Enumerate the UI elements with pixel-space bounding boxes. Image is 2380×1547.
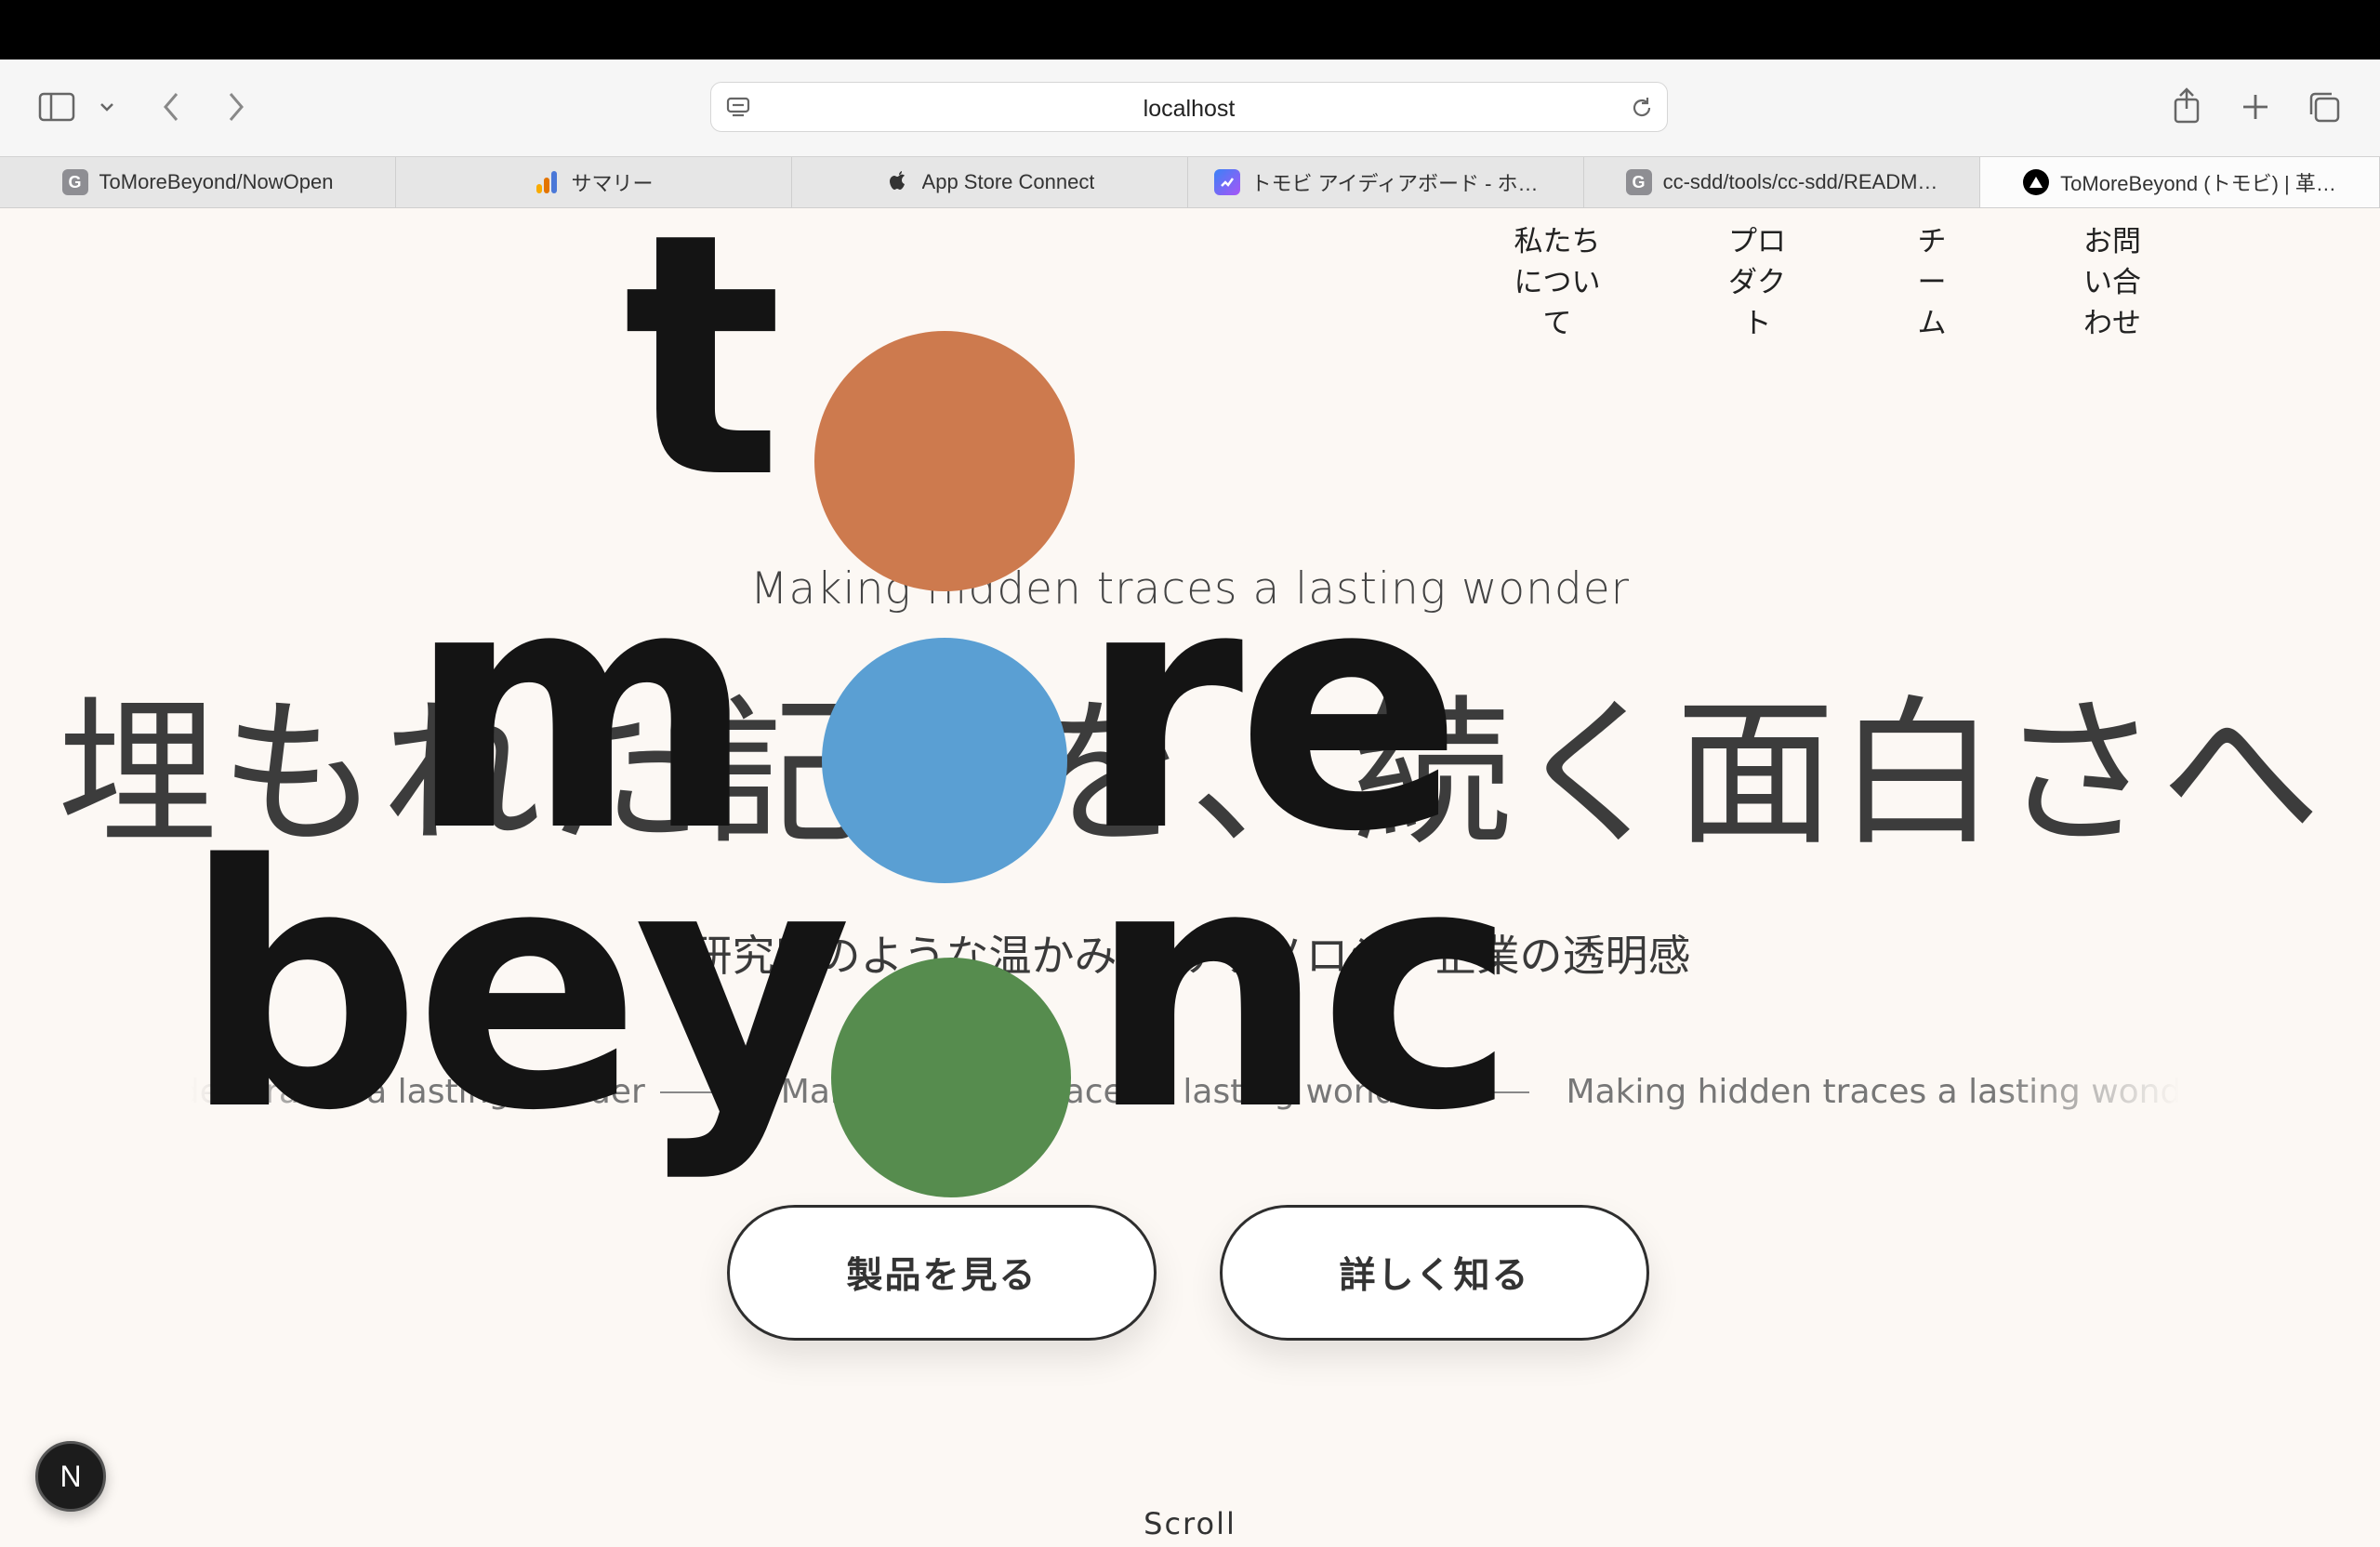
whiteboard-favicon-icon [1213, 169, 1240, 195]
browser-toolbar: localhost [0, 60, 2380, 156]
view-products-button[interactable]: 製品を見る [727, 1205, 1157, 1341]
chevron-down-icon[interactable] [93, 91, 121, 123]
nav-about[interactable]: 私たち につい て [1506, 221, 1608, 344]
nav-team-label: チ ー ム [1917, 225, 1947, 340]
menu-bar [0, 0, 2380, 60]
tab-cc-sdd-readme[interactable]: G cc-sdd/tools/cc-sdd/READM… [1584, 157, 1980, 207]
nav-product[interactable]: プロ ダク ト [1720, 221, 1794, 344]
learn-more-button[interactable]: 詳しく知る [1220, 1205, 1649, 1341]
tab-tomorebeyond-active[interactable]: ToMoreBeyond (トモビ) | 革… [1980, 157, 2380, 207]
logo-circle-blue [822, 638, 1067, 883]
back-icon[interactable] [152, 84, 190, 130]
tab-overview-icon[interactable] [2304, 84, 2345, 130]
nav-about-label: 私たち につい て [1514, 225, 1601, 340]
logo-circle-orange [814, 331, 1075, 591]
wordmark-letter-t: t [623, 208, 783, 551]
marquee-item: Making hidden traces a lasting wonder [1567, 1073, 2180, 1111]
new-tab-icon[interactable] [2235, 84, 2276, 130]
wordmark-letters-nc: nc [1088, 794, 1517, 1183]
github-favicon-icon: G [1625, 169, 1652, 195]
reload-icon[interactable] [1626, 92, 1658, 124]
github-favicon-icon: G [61, 169, 88, 195]
tab-tomorebeyond-nowopen[interactable]: G ToMoreBeyond/NowOpen [0, 157, 396, 207]
nav-contact[interactable]: お問 い合 わせ [2075, 221, 2149, 344]
tab-app-store-connect[interactable]: App Store Connect [792, 157, 1188, 207]
nav-team[interactable]: チ ー ム [1913, 221, 1950, 344]
tab-bar: G ToMoreBeyond/NowOpen サマリー App Store Co… [0, 156, 2380, 208]
apple-icon [885, 169, 911, 195]
share-icon[interactable] [2166, 82, 2207, 128]
wordmark-letters-bey: bey [182, 794, 853, 1183]
nav-product-label: プロ ダク ト [1728, 225, 1786, 340]
tab-idea-board[interactable]: トモビ アイディアボード - ホワイ… [1188, 157, 1584, 207]
tab-summary[interactable]: サマリー [396, 157, 792, 207]
scroll-indicator[interactable]: Scroll [0, 1506, 2380, 1541]
forward-icon[interactable] [218, 84, 255, 130]
nav-contact-label: お問 い合 わせ [2083, 225, 2141, 340]
web-page: 私たち につい て プロ ダク ト チ ー ム お問 い合 わせ Making … [0, 208, 2380, 1547]
logo-circle-green [831, 958, 1071, 1197]
url-text[interactable]: localhost [711, 96, 1667, 123]
nextjs-dev-badge[interactable]: N [35, 1441, 106, 1512]
triangle-logo-icon [2023, 169, 2050, 195]
analytics-favicon-icon [534, 169, 560, 195]
sidebar-toggle-icon[interactable] [33, 84, 80, 130]
address-bar[interactable]: localhost [710, 82, 1668, 132]
